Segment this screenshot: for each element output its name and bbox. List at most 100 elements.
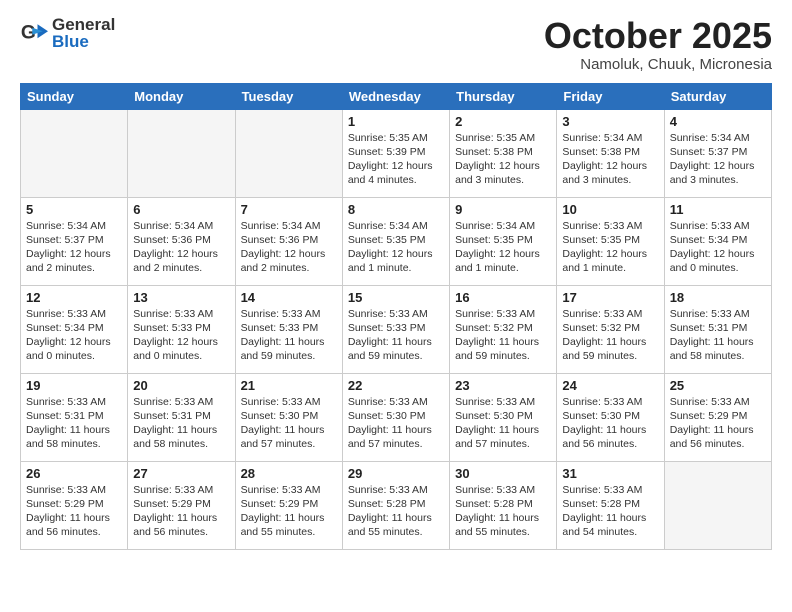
header: G General Blue October 2025 Namoluk, Chu… [20, 16, 772, 73]
table-row: 1Sunrise: 5:35 AMSunset: 5:39 PMDaylight… [342, 109, 449, 197]
day-number: 27 [133, 466, 229, 481]
col-thursday: Thursday [450, 83, 557, 109]
logo-icon: G [20, 19, 48, 47]
table-row [21, 109, 128, 197]
day-info: Sunrise: 5:33 AMSunset: 5:31 PMDaylight:… [133, 395, 229, 452]
table-row: 22 Sunrise: 5:33 AMSunset: 5:30 PMDayligh… [342, 373, 449, 461]
day-number: 22 [348, 378, 444, 393]
day-info: Sunrise: 5:33 AMSunset: 5:30 PMDaylight:… [562, 395, 658, 452]
day-info: Sunrise: 5:34 AMSunset: 5:38 PMDaylight:… [562, 131, 658, 188]
col-saturday: Saturday [664, 83, 771, 109]
location-subtitle: Namoluk, Chuuk, Micronesia [544, 56, 772, 73]
day-number: 25 [670, 378, 766, 393]
table-row: 5 Sunrise: 5:34 AMSunset: 5:37 PMDaylight… [21, 197, 128, 285]
day-number: 1 [348, 114, 444, 129]
table-row [664, 461, 771, 549]
day-info: Sunrise: 5:33 AMSunset: 5:28 PMDaylight:… [348, 483, 444, 540]
table-row: 31 Sunrise: 5:33 AMSunset: 5:28 PMDayligh… [557, 461, 664, 549]
day-number: 3 [562, 114, 658, 129]
day-info: Sunrise: 5:33 AMSunset: 5:30 PMDaylight:… [348, 395, 444, 452]
table-row: 2 Sunrise: 5:35 AMSunset: 5:38 PMDaylight… [450, 109, 557, 197]
day-number: 20 [133, 378, 229, 393]
logo-text: General Blue [52, 16, 115, 50]
day-number: 17 [562, 290, 658, 305]
day-info: Sunrise: 5:33 AMSunset: 5:33 PMDaylight:… [348, 307, 444, 364]
day-info: Sunrise: 5:34 AMSunset: 5:35 PMDaylight:… [348, 219, 444, 276]
day-info: Sunrise: 5:34 AMSunset: 5:37 PMDaylight:… [670, 131, 766, 188]
calendar-week-row: 12Sunrise: 5:33 AMSunset: 5:34 PMDayligh… [21, 285, 772, 373]
day-number: 23 [455, 378, 551, 393]
day-info: Sunrise: 5:33 AMSunset: 5:28 PMDaylight:… [455, 483, 551, 540]
table-row: 20 Sunrise: 5:33 AMSunset: 5:31 PMDayligh… [128, 373, 235, 461]
table-row: 16 Sunrise: 5:33 AMSunset: 5:32 PMDayligh… [450, 285, 557, 373]
table-row: 3 Sunrise: 5:34 AMSunset: 5:38 PMDaylight… [557, 109, 664, 197]
day-number: 12 [26, 290, 122, 305]
table-row: 27Sunrise: 5:33 AMSunset: 5:29 PMDayligh… [128, 461, 235, 549]
day-info: Sunrise: 5:34 AMSunset: 5:36 PMDaylight:… [241, 219, 337, 276]
day-number: 4 [670, 114, 766, 129]
day-number: 21 [241, 378, 337, 393]
day-number: 6 [133, 202, 229, 217]
title-block: October 2025 Namoluk, Chuuk, Micronesia [544, 16, 772, 73]
calendar-week-row: 5 Sunrise: 5:34 AMSunset: 5:37 PMDaylight… [21, 197, 772, 285]
table-row: 21Sunrise: 5:33 AMSunset: 5:30 PMDayligh… [235, 373, 342, 461]
table-row: 4 Sunrise: 5:34 AMSunset: 5:37 PMDaylight… [664, 109, 771, 197]
col-sunday: Sunday [21, 83, 128, 109]
day-info: Sunrise: 5:33 AMSunset: 5:34 PMDaylight:… [670, 219, 766, 276]
calendar-week-row: 1Sunrise: 5:35 AMSunset: 5:39 PMDaylight… [21, 109, 772, 197]
day-info: Sunrise: 5:34 AMSunset: 5:35 PMDaylight:… [455, 219, 551, 276]
day-info: Sunrise: 5:33 AMSunset: 5:33 PMDaylight:… [241, 307, 337, 364]
day-number: 10 [562, 202, 658, 217]
col-wednesday: Wednesday [342, 83, 449, 109]
day-number: 8 [348, 202, 444, 217]
day-number: 24 [562, 378, 658, 393]
table-row [235, 109, 342, 197]
day-info: Sunrise: 5:34 AMSunset: 5:37 PMDaylight:… [26, 219, 122, 276]
day-number: 15 [348, 290, 444, 305]
table-row: 25 Sunrise: 5:33 AMSunset: 5:29 PMDayligh… [664, 373, 771, 461]
day-number: 26 [26, 466, 122, 481]
table-row: 29 Sunrise: 5:33 AMSunset: 5:28 PMDayligh… [342, 461, 449, 549]
col-friday: Friday [557, 83, 664, 109]
table-row: 26Sunrise: 5:33 AMSunset: 5:29 PMDayligh… [21, 461, 128, 549]
logo: G General Blue [20, 16, 115, 50]
logo-blue: Blue [52, 32, 89, 51]
day-number: 5 [26, 202, 122, 217]
day-number: 31 [562, 466, 658, 481]
day-number: 29 [348, 466, 444, 481]
day-number: 28 [241, 466, 337, 481]
table-row: 11Sunrise: 5:33 AMSunset: 5:34 PMDayligh… [664, 197, 771, 285]
day-number: 16 [455, 290, 551, 305]
table-row: 23 Sunrise: 5:33 AMSunset: 5:30 PMDayligh… [450, 373, 557, 461]
day-info: Sunrise: 5:33 AMSunset: 5:30 PMDaylight:… [455, 395, 551, 452]
day-info: Sunrise: 5:33 AMSunset: 5:29 PMDaylight:… [241, 483, 337, 540]
table-row: 19 Sunrise: 5:33 AMSunset: 5:31 PMDayligh… [21, 373, 128, 461]
day-number: 18 [670, 290, 766, 305]
day-info: Sunrise: 5:33 AMSunset: 5:32 PMDaylight:… [455, 307, 551, 364]
table-row: 15 Sunrise: 5:33 AMSunset: 5:33 PMDayligh… [342, 285, 449, 373]
day-info: Sunrise: 5:33 AMSunset: 5:28 PMDaylight:… [562, 483, 658, 540]
day-info: Sunrise: 5:33 AMSunset: 5:33 PMDaylight:… [133, 307, 229, 364]
day-number: 19 [26, 378, 122, 393]
calendar-header-row: Sunday Monday Tuesday Wednesday Thursday… [21, 83, 772, 109]
table-row: 14 Sunrise: 5:33 AMSunset: 5:33 PMDayligh… [235, 285, 342, 373]
day-info: Sunrise: 5:33 AMSunset: 5:31 PMDaylight:… [26, 395, 122, 452]
day-number: 14 [241, 290, 337, 305]
day-info: Sunrise: 5:33 AMSunset: 5:29 PMDaylight:… [670, 395, 766, 452]
table-row: 12Sunrise: 5:33 AMSunset: 5:34 PMDayligh… [21, 285, 128, 373]
day-number: 9 [455, 202, 551, 217]
day-info: Sunrise: 5:35 AMSunset: 5:38 PMDaylight:… [455, 131, 551, 188]
table-row: 30 Sunrise: 5:33 AMSunset: 5:28 PMDayligh… [450, 461, 557, 549]
table-row: 17Sunrise: 5:33 AMSunset: 5:32 PMDayligh… [557, 285, 664, 373]
day-info: Sunrise: 5:33 AMSunset: 5:31 PMDaylight:… [670, 307, 766, 364]
day-number: 30 [455, 466, 551, 481]
day-info: Sunrise: 5:33 AMSunset: 5:35 PMDaylight:… [562, 219, 658, 276]
day-number: 2 [455, 114, 551, 129]
table-row: 6 Sunrise: 5:34 AMSunset: 5:36 PMDaylight… [128, 197, 235, 285]
table-row: 8 Sunrise: 5:34 AMSunset: 5:35 PMDaylight… [342, 197, 449, 285]
table-row: 24 Sunrise: 5:33 AMSunset: 5:30 PMDayligh… [557, 373, 664, 461]
table-row: 9 Sunrise: 5:34 AMSunset: 5:35 PMDaylight… [450, 197, 557, 285]
page-container: G General Blue October 2025 Namoluk, Chu… [0, 0, 792, 560]
table-row [128, 109, 235, 197]
day-info: Sunrise: 5:34 AMSunset: 5:36 PMDaylight:… [133, 219, 229, 276]
